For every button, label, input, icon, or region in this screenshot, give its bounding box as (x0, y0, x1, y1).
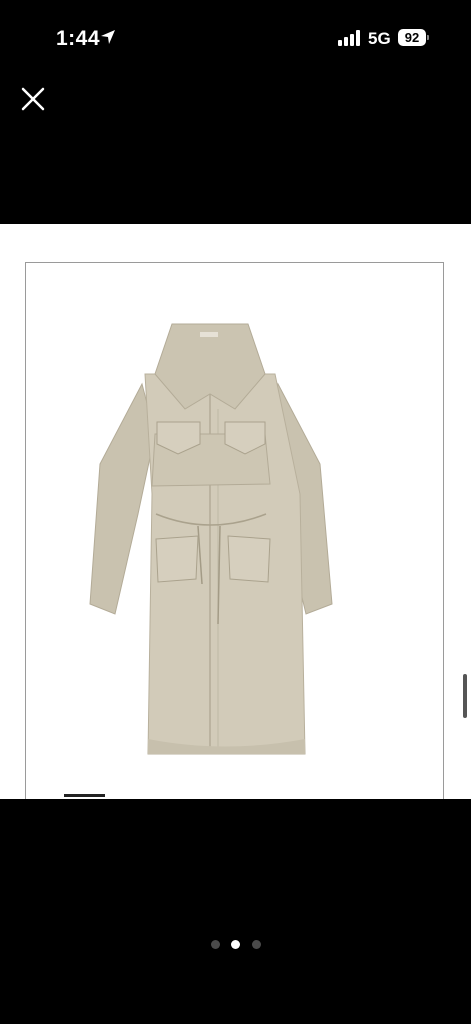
network-type: 5G (368, 29, 391, 48)
page-indicator (205, 940, 265, 950)
coat-product-image[interactable] (60, 314, 360, 764)
status-time: 1:44 (56, 27, 101, 50)
page-dot-active[interactable] (231, 940, 240, 949)
location-arrow-icon (101, 30, 115, 44)
page-dot[interactable] (252, 940, 261, 949)
image-indicator-bar (64, 794, 105, 797)
battery-icon: 92 (398, 29, 426, 46)
close-button[interactable] (16, 82, 50, 116)
image-viewer[interactable] (0, 224, 471, 799)
page-dot[interactable] (211, 940, 220, 949)
scrollbar-thumb[interactable] (463, 674, 467, 718)
close-icon (21, 87, 45, 111)
battery-tip (427, 35, 429, 40)
signal-bars-icon (338, 30, 360, 46)
status-bar: 1:44 5G 92 (0, 0, 471, 76)
